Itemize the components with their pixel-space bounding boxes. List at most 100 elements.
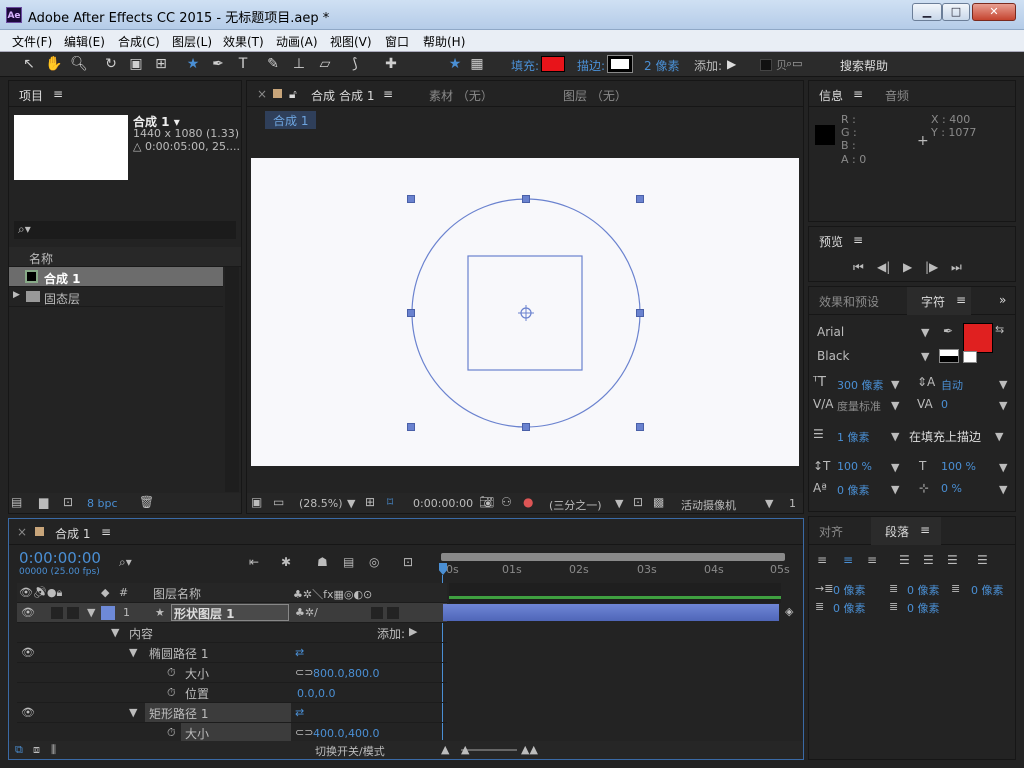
chevron-down-icon[interactable]: ▼ <box>999 378 1007 391</box>
tab-align[interactable]: 对齐 <box>819 523 843 540</box>
camera-tool-icon[interactable]: ▣ <box>127 55 145 73</box>
new-folder-icon[interactable]: ▆ <box>39 495 48 509</box>
chevron-down-icon[interactable]: ▼ <box>999 483 1007 496</box>
layer-name[interactable]: 形状图层 1 <box>171 604 289 621</box>
bit-depth[interactable]: 8 bpc <box>87 497 118 510</box>
always-preview-icon[interactable]: ▣ <box>251 495 262 509</box>
switches-icon[interactable]: ♣✲/ <box>295 606 318 619</box>
constrain-link-icon[interactable]: ⊂⊃ <box>295 726 313 739</box>
font-family-select[interactable]: Arial <box>817 325 844 339</box>
menu-file[interactable]: 文件(F) <box>12 33 52 50</box>
menu-animation[interactable]: 动画(A) <box>276 33 318 50</box>
visibility-eye-icon[interactable]: 👁︎ <box>21 646 35 659</box>
tab-footage[interactable]: 素材 （无） <box>429 87 493 104</box>
swap-colors-icon[interactable]: ⇆ <box>995 323 1004 336</box>
justify-center-icon[interactable]: ☰ <box>923 553 934 567</box>
stopwatch-icon[interactable]: ⏱︎ <box>167 726 176 740</box>
zoom-out-icon[interactable]: ▲ <box>441 743 449 756</box>
space-after-value[interactable]: 0 像素 <box>907 600 940 616</box>
align-right-icon[interactable]: ≡ <box>867 553 877 567</box>
constrain-link-icon[interactable]: ⊂⊃ <box>295 666 313 679</box>
fill-color-swatch[interactable] <box>541 56 565 72</box>
draft-3d-icon[interactable]: ✱ <box>281 555 291 569</box>
expand-arrow-icon[interactable]: ▼ <box>129 706 137 719</box>
tsume-value[interactable]: 0 % <box>941 482 962 495</box>
tab-character[interactable]: 字符 <box>921 293 945 310</box>
tracking-value[interactable]: 0 <box>941 398 948 411</box>
justify-right-icon[interactable]: ☰ <box>947 553 958 567</box>
chevron-down-icon[interactable]: ▼ <box>347 497 355 510</box>
ellipse-path-label[interactable]: 椭圆路径 1 <box>149 645 208 662</box>
panel-menu-icon[interactable]: ≡ <box>101 525 111 539</box>
tab-comp-name[interactable]: 合成 1 <box>339 87 374 104</box>
table-row[interactable]: 👁︎ ▼ 1 ★ 形状图层 1 ♣✲/ <box>17 603 447 623</box>
kerning-value[interactable]: 度量标准 <box>837 398 881 414</box>
next-frame-icon[interactable]: |▶ <box>925 260 938 274</box>
path-direction-icon[interactable]: ⇄ <box>295 646 304 659</box>
minimize-button[interactable]: ▁ <box>912 3 942 21</box>
layer-switches-icon[interactable]: ⧉ <box>15 743 23 757</box>
chevron-down-icon[interactable]: ▼ <box>891 430 899 443</box>
current-timecode[interactable]: 0:00:00:00 <box>413 497 473 510</box>
stroke-color-swatch[interactable] <box>607 55 633 73</box>
chevron-down-icon[interactable]: ▼ <box>765 497 773 510</box>
comp-viewer[interactable] <box>251 158 799 466</box>
font-size-value[interactable]: 300 像素 <box>837 377 884 393</box>
shape-layer-graphic[interactable] <box>251 158 799 466</box>
preview-title[interactable]: 预览 <box>819 233 843 250</box>
rect-path-label[interactable]: 矩形路径 1 <box>149 705 208 722</box>
play-icon[interactable]: ▶ <box>903 260 912 274</box>
indent-right-value[interactable]: 0 像素 <box>907 582 940 598</box>
expand-arrow-icon[interactable]: ▼ <box>87 606 95 619</box>
search-help-input[interactable]: 搜索帮助 <box>840 57 888 74</box>
lock-icon[interactable]: 🔓︎ <box>289 87 297 102</box>
chevron-down-icon[interactable]: ▼ <box>921 326 929 339</box>
transform-handle[interactable] <box>522 195 530 203</box>
toggle-switches-modes[interactable]: 切换开关/模式 <box>315 743 385 759</box>
stroke-width-value[interactable]: 1 像素 <box>837 429 870 445</box>
stopwatch-icon[interactable]: ⏱︎ <box>167 666 176 680</box>
zoom-in-icon[interactable]: ▲▲ <box>521 743 538 756</box>
solo-switch[interactable] <box>51 607 63 619</box>
baseline-shift-value[interactable]: 0 像素 <box>837 482 870 498</box>
panel-overflow-icon[interactable]: » <box>999 293 1006 307</box>
type-tool-icon[interactable]: T <box>234 55 252 73</box>
project-scrollbar[interactable] <box>225 267 239 492</box>
work-area-bar[interactable] <box>441 553 785 561</box>
star-shape-icon[interactable]: ★ <box>446 55 464 73</box>
transform-handle[interactable] <box>407 309 415 317</box>
menu-edit[interactable]: 编辑(E) <box>64 33 105 50</box>
panel-menu-icon[interactable]: ≡ <box>383 87 393 101</box>
time-navigator[interactable] <box>449 583 781 603</box>
no-fill-icon[interactable] <box>963 351 977 363</box>
transfer-controls-icon[interactable]: ⧈ <box>33 743 40 757</box>
rotate-tool-icon[interactable]: ↻ <box>102 55 120 73</box>
motion-blur-icon[interactable]: ◎ <box>369 555 379 569</box>
previous-frame-icon[interactable]: ◀| <box>877 260 890 274</box>
search-help-icon[interactable]: ⌕▭ <box>786 57 803 71</box>
zoom-level[interactable]: (28.5%) <box>299 497 343 510</box>
pan-behind-tool-icon[interactable]: ⊞ <box>152 55 170 73</box>
resolution[interactable]: (三分之一) <box>549 497 602 513</box>
timeline-tab[interactable]: 合成 1 <box>55 525 90 542</box>
monitor-icon[interactable]: ▭ <box>273 495 284 509</box>
panel-menu-icon[interactable]: ≡ <box>853 233 863 247</box>
puppet-tool-icon[interactable]: ✚ <box>382 55 400 73</box>
zoom-tool-icon[interactable]: 🔍︎ <box>70 55 88 73</box>
menu-layer[interactable]: 图层(L) <box>172 33 212 50</box>
stroke-label[interactable]: 描边: <box>577 57 605 74</box>
transparency-grid-icon[interactable]: ▩ <box>653 495 664 509</box>
expand-arrow-icon[interactable]: ▶ <box>13 290 20 300</box>
brush-tool-icon[interactable]: ✎ <box>264 55 282 73</box>
stroke-width-value[interactable]: 2 像素 <box>644 57 679 74</box>
transform-handle[interactable] <box>636 195 644 203</box>
menu-help[interactable]: 帮助(H) <box>423 33 465 50</box>
expand-arrow-icon[interactable]: ▼ <box>111 626 119 639</box>
transform-handle[interactable] <box>636 423 644 431</box>
tab-layer[interactable]: 图层 （无） <box>563 87 627 104</box>
chevron-down-icon[interactable]: ▼ <box>891 483 899 496</box>
stroke-mode-select[interactable]: 在填充上描边 <box>909 428 981 445</box>
tab-composition[interactable]: 合成 <box>311 87 335 104</box>
chevron-down-icon[interactable]: ▼ <box>995 430 1003 443</box>
hand-tool-icon[interactable]: ✋ <box>45 55 63 73</box>
